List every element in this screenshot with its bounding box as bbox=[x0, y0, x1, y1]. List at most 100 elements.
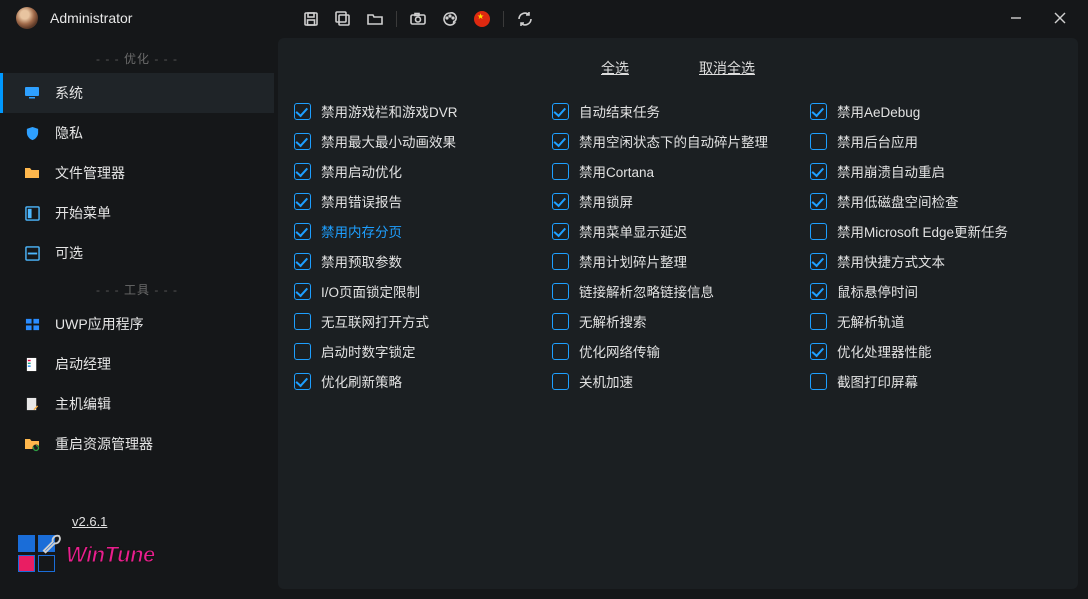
titlebar: Administrator bbox=[0, 0, 1088, 36]
checkbox-icon bbox=[552, 313, 569, 330]
option-checkbox[interactable]: 禁用启动优化 bbox=[294, 156, 546, 186]
checkbox-icon bbox=[810, 313, 827, 330]
option-checkbox[interactable]: 禁用AeDebug bbox=[810, 96, 1062, 126]
section-optimize: 优化 bbox=[0, 42, 274, 73]
sidebar-item-label: 可选 bbox=[55, 243, 83, 263]
checkbox-icon bbox=[552, 163, 569, 180]
checkbox-icon bbox=[294, 193, 311, 210]
option-checkbox[interactable]: 自动结束任务 bbox=[552, 96, 804, 126]
palette-icon[interactable] bbox=[439, 8, 461, 30]
option-label: 禁用空闲状态下的自动碎片整理 bbox=[579, 131, 768, 151]
checkbox-icon bbox=[552, 343, 569, 360]
sidebar-item-host-edit[interactable]: 主机编辑 bbox=[0, 384, 274, 424]
option-checkbox[interactable]: 禁用Cortana bbox=[552, 156, 804, 186]
option-checkbox[interactable]: 截图打印屏幕 bbox=[810, 366, 1062, 396]
sidebar-item-file-manager[interactable]: 文件管理器 bbox=[0, 153, 274, 193]
sidebar-item-start-menu[interactable]: 开始菜单 bbox=[0, 193, 274, 233]
option-label: 禁用Cortana bbox=[579, 161, 654, 181]
option-checkbox[interactable]: 无解析搜索 bbox=[552, 306, 804, 336]
sidebar-item-uwp[interactable]: UWP应用程序 bbox=[0, 304, 274, 344]
separator bbox=[503, 11, 504, 27]
refresh-icon[interactable] bbox=[514, 8, 536, 30]
checkbox-icon bbox=[810, 223, 827, 240]
option-checkbox[interactable]: I/O页面锁定限制 bbox=[294, 276, 546, 306]
save-icon[interactable] bbox=[300, 8, 322, 30]
checkbox-icon bbox=[294, 133, 311, 150]
option-checkbox[interactable]: 启动时数字锁定 bbox=[294, 336, 546, 366]
option-checkbox[interactable]: 无互联网打开方式 bbox=[294, 306, 546, 336]
option-checkbox[interactable]: 优化处理器性能 bbox=[810, 336, 1062, 366]
separator bbox=[396, 11, 397, 27]
checkbox-icon bbox=[552, 373, 569, 390]
option-checkbox[interactable]: 禁用菜单显示延迟 bbox=[552, 216, 804, 246]
option-checkbox[interactable]: 禁用游戏栏和游戏DVR bbox=[294, 96, 546, 126]
language-flag-icon[interactable] bbox=[471, 8, 493, 30]
select-all-link[interactable]: 全选 bbox=[601, 58, 629, 78]
option-label: 禁用低磁盘空间检查 bbox=[837, 191, 959, 211]
option-checkbox[interactable]: 禁用低磁盘空间检查 bbox=[810, 186, 1062, 216]
checkbox-icon bbox=[810, 133, 827, 150]
option-checkbox[interactable]: 禁用崩溃自动重启 bbox=[810, 156, 1062, 186]
options-grid: 禁用游戏栏和游戏DVR禁用最大最小动画效果禁用启动优化禁用错误报告禁用内存分页禁… bbox=[288, 96, 1068, 396]
option-label: I/O页面锁定限制 bbox=[321, 281, 420, 301]
sidebar-item-system[interactable]: 系统 bbox=[0, 73, 274, 113]
checkbox-icon bbox=[294, 223, 311, 240]
option-checkbox[interactable]: 关机加速 bbox=[552, 366, 804, 396]
checkbox-icon bbox=[294, 253, 311, 270]
checkbox-icon bbox=[552, 103, 569, 120]
option-checkbox[interactable]: 禁用最大最小动画效果 bbox=[294, 126, 546, 156]
option-checkbox[interactable]: 禁用错误报告 bbox=[294, 186, 546, 216]
option-label: 禁用内存分页 bbox=[321, 221, 402, 241]
sidebar-item-launch-manager[interactable]: 启动经理 bbox=[0, 344, 274, 384]
option-checkbox[interactable]: 鼠标悬停时间 bbox=[810, 276, 1062, 306]
option-label: 优化刷新策略 bbox=[321, 371, 402, 391]
checkbox-icon bbox=[552, 223, 569, 240]
shield-icon bbox=[23, 124, 41, 142]
option-label: 禁用菜单显示延迟 bbox=[579, 221, 687, 241]
avatar bbox=[16, 7, 38, 29]
option-label: 禁用游戏栏和游戏DVR bbox=[321, 101, 458, 121]
deselect-all-link[interactable]: 取消全选 bbox=[699, 58, 755, 78]
option-checkbox[interactable]: 禁用内存分页 bbox=[294, 216, 546, 246]
sidebar-item-optional[interactable]: 可选 bbox=[0, 233, 274, 273]
option-checkbox[interactable]: 禁用锁屏 bbox=[552, 186, 804, 216]
close-button[interactable] bbox=[1040, 4, 1080, 32]
folder-icon bbox=[23, 164, 41, 182]
sidebar-item-label: UWP应用程序 bbox=[55, 314, 144, 334]
sidebar-item-label: 开始菜单 bbox=[55, 203, 111, 223]
option-label: 链接解析忽略链接信息 bbox=[579, 281, 714, 301]
option-checkbox[interactable]: 禁用预取参数 bbox=[294, 246, 546, 276]
option-checkbox[interactable]: 链接解析忽略链接信息 bbox=[552, 276, 804, 306]
option-checkbox[interactable]: 禁用Microsoft Edge更新任务 bbox=[810, 216, 1062, 246]
option-label: 禁用后台应用 bbox=[837, 131, 918, 151]
option-label: 禁用快捷方式文本 bbox=[837, 251, 945, 271]
option-label: 优化处理器性能 bbox=[837, 341, 932, 361]
camera-icon[interactable] bbox=[407, 8, 429, 30]
option-label: 禁用Microsoft Edge更新任务 bbox=[837, 221, 1008, 241]
sidebar-item-privacy[interactable]: 隐私 bbox=[0, 113, 274, 153]
option-label: 禁用启动优化 bbox=[321, 161, 402, 181]
option-checkbox[interactable]: 优化网络传输 bbox=[552, 336, 804, 366]
sidebar-item-label: 系统 bbox=[55, 83, 83, 103]
option-checkbox[interactable]: 禁用空闲状态下的自动碎片整理 bbox=[552, 126, 804, 156]
sidebar-item-restart-explorer[interactable]: 重启资源管理器 bbox=[0, 424, 274, 464]
save-all-icon[interactable] bbox=[332, 8, 354, 30]
option-checkbox[interactable]: 优化刷新策略 bbox=[294, 366, 546, 396]
minimize-button[interactable] bbox=[996, 4, 1036, 32]
option-label: 关机加速 bbox=[579, 371, 633, 391]
option-label: 禁用预取参数 bbox=[321, 251, 402, 271]
checkbox-icon bbox=[294, 373, 311, 390]
option-checkbox[interactable]: 禁用快捷方式文本 bbox=[810, 246, 1062, 276]
option-label: 启动时数字锁定 bbox=[321, 341, 416, 361]
option-checkbox[interactable]: 禁用后台应用 bbox=[810, 126, 1062, 156]
host-edit-icon bbox=[23, 395, 41, 413]
checkbox-icon bbox=[294, 343, 311, 360]
option-label: 禁用错误报告 bbox=[321, 191, 402, 211]
start-menu-icon bbox=[23, 204, 41, 222]
option-label: 无解析轨道 bbox=[837, 311, 905, 331]
option-checkbox[interactable]: 无解析轨道 bbox=[810, 306, 1062, 336]
open-folder-icon[interactable] bbox=[364, 8, 386, 30]
version-link[interactable]: v2.6.1 bbox=[72, 514, 107, 529]
option-checkbox[interactable]: 禁用计划碎片整理 bbox=[552, 246, 804, 276]
logo-icon bbox=[18, 535, 58, 575]
